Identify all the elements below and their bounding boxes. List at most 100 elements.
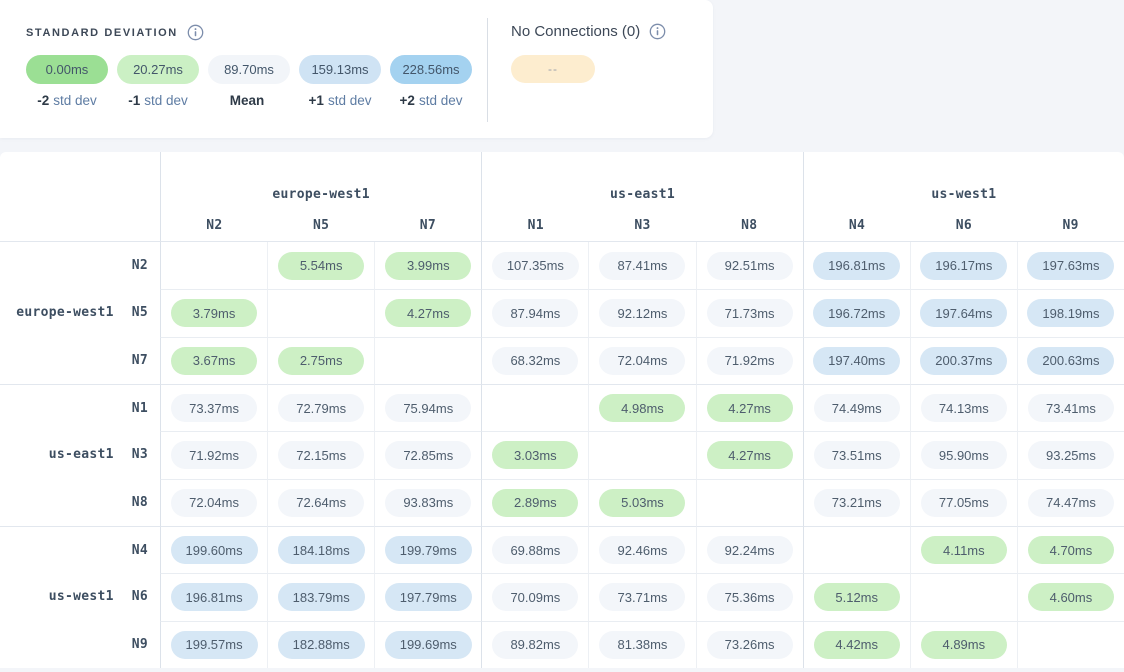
latency-pill[interactable]: 182.88ms — [278, 631, 365, 659]
latency-cell[interactable]: 75.36ms — [696, 573, 803, 620]
latency-cell[interactable]: 2.89ms — [481, 479, 588, 526]
latency-cell[interactable]: 72.79ms — [267, 384, 374, 431]
latency-cell[interactable]: 74.47ms — [1017, 479, 1124, 526]
latency-pill[interactable]: 72.04ms — [171, 489, 257, 517]
latency-cell[interactable]: 71.92ms — [160, 431, 267, 478]
latency-pill[interactable]: 197.79ms — [385, 583, 472, 611]
latency-cell[interactable]: 92.12ms — [588, 289, 695, 336]
latency-pill[interactable]: 3.67ms — [171, 347, 257, 375]
latency-cell[interactable]: 73.51ms — [803, 431, 910, 478]
latency-cell[interactable]: 70.09ms — [481, 573, 588, 620]
latency-cell[interactable]: 199.69ms — [374, 621, 481, 668]
latency-cell[interactable]: 72.04ms — [588, 337, 695, 384]
latency-cell[interactable]: 200.63ms — [1017, 337, 1124, 384]
latency-pill[interactable]: 93.25ms — [1028, 441, 1114, 469]
latency-pill[interactable]: 70.09ms — [492, 583, 578, 611]
latency-pill[interactable]: 200.63ms — [1027, 347, 1114, 375]
latency-pill[interactable]: 4.70ms — [1028, 536, 1114, 564]
latency-pill[interactable]: 72.64ms — [278, 489, 364, 517]
latency-pill[interactable]: 184.18ms — [278, 536, 365, 564]
latency-pill[interactable]: 73.41ms — [1028, 394, 1114, 422]
latency-pill[interactable]: 2.89ms — [492, 489, 578, 517]
latency-pill[interactable]: 5.54ms — [278, 252, 364, 280]
latency-cell[interactable]: 5.12ms — [803, 573, 910, 620]
row-node-label-n6[interactable]: N6 — [132, 589, 148, 604]
latency-cell[interactable]: 184.18ms — [267, 526, 374, 573]
latency-pill[interactable]: 4.27ms — [707, 441, 793, 469]
latency-pill[interactable]: 5.12ms — [814, 583, 900, 611]
latency-cell[interactable]: 4.98ms — [588, 384, 695, 431]
latency-pill[interactable]: 92.24ms — [707, 536, 793, 564]
latency-pill[interactable]: 71.92ms — [171, 441, 257, 469]
latency-cell[interactable]: 3.67ms — [160, 337, 267, 384]
latency-pill[interactable]: 199.57ms — [171, 631, 258, 659]
row-node-label-n7[interactable]: N7 — [132, 353, 148, 368]
latency-pill[interactable]: 69.88ms — [492, 536, 578, 564]
latency-cell[interactable]: 92.24ms — [696, 526, 803, 573]
latency-pill[interactable]: 87.41ms — [599, 252, 685, 280]
latency-cell[interactable]: 4.27ms — [374, 289, 481, 336]
latency-cell[interactable]: 3.99ms — [374, 242, 481, 289]
latency-cell[interactable]: 93.83ms — [374, 479, 481, 526]
latency-cell[interactable]: 3.79ms — [160, 289, 267, 336]
latency-pill[interactable]: 71.92ms — [707, 347, 793, 375]
latency-pill[interactable]: 197.64ms — [920, 299, 1007, 327]
latency-pill[interactable]: 89.82ms — [492, 631, 578, 659]
latency-cell[interactable]: 183.79ms — [267, 573, 374, 620]
latency-cell[interactable]: 75.94ms — [374, 384, 481, 431]
latency-cell[interactable]: 87.94ms — [481, 289, 588, 336]
latency-pill[interactable]: 92.46ms — [599, 536, 685, 564]
latency-cell[interactable]: 4.11ms — [910, 526, 1017, 573]
latency-cell[interactable]: 73.21ms — [803, 479, 910, 526]
latency-cell[interactable]: 72.85ms — [374, 431, 481, 478]
latency-cell[interactable]: 73.71ms — [588, 573, 695, 620]
latency-pill[interactable]: 73.21ms — [814, 489, 900, 517]
latency-cell[interactable]: 73.41ms — [1017, 384, 1124, 431]
latency-pill[interactable]: 3.99ms — [385, 252, 471, 280]
latency-cell[interactable]: 87.41ms — [588, 242, 695, 289]
latency-pill[interactable]: 4.89ms — [921, 631, 1007, 659]
latency-pill[interactable]: 73.51ms — [814, 441, 900, 469]
latency-pill[interactable]: 197.40ms — [813, 347, 900, 375]
latency-pill[interactable]: 2.75ms — [278, 347, 364, 375]
row-node-label-n8[interactable]: N8 — [132, 495, 148, 510]
latency-cell[interactable]: 74.13ms — [910, 384, 1017, 431]
latency-cell[interactable]: 199.79ms — [374, 526, 481, 573]
latency-pill[interactable]: 197.63ms — [1027, 252, 1114, 280]
latency-pill[interactable]: 199.79ms — [385, 536, 472, 564]
latency-pill[interactable]: 196.72ms — [813, 299, 900, 327]
latency-cell[interactable]: 89.82ms — [481, 621, 588, 668]
latency-cell[interactable]: 77.05ms — [910, 479, 1017, 526]
latency-pill[interactable]: 73.26ms — [707, 631, 793, 659]
latency-cell[interactable]: 81.38ms — [588, 621, 695, 668]
column-node-label-n5[interactable]: N5 — [268, 214, 375, 236]
latency-pill[interactable]: 92.12ms — [599, 299, 685, 327]
latency-cell[interactable]: 73.37ms — [160, 384, 267, 431]
latency-cell[interactable]: 74.49ms — [803, 384, 910, 431]
latency-pill[interactable]: 87.94ms — [492, 299, 578, 327]
latency-cell[interactable]: 200.37ms — [910, 337, 1017, 384]
latency-cell[interactable]: 73.26ms — [696, 621, 803, 668]
latency-cell[interactable]: 4.70ms — [1017, 526, 1124, 573]
latency-pill[interactable]: 196.17ms — [920, 252, 1007, 280]
latency-pill[interactable]: 73.71ms — [599, 583, 685, 611]
latency-pill[interactable]: 95.90ms — [921, 441, 1007, 469]
latency-pill[interactable]: 183.79ms — [278, 583, 365, 611]
column-node-label-n4[interactable]: N4 — [804, 214, 911, 236]
column-node-label-n3[interactable]: N3 — [589, 214, 696, 236]
latency-cell[interactable]: 197.79ms — [374, 573, 481, 620]
latency-cell[interactable]: 93.25ms — [1017, 431, 1124, 478]
row-node-label-n3[interactable]: N3 — [132, 447, 148, 462]
latency-cell[interactable]: 197.63ms — [1017, 242, 1124, 289]
latency-pill[interactable]: 199.60ms — [171, 536, 258, 564]
latency-cell[interactable]: 72.64ms — [267, 479, 374, 526]
latency-cell[interactable]: 197.64ms — [910, 289, 1017, 336]
latency-cell[interactable]: 4.89ms — [910, 621, 1017, 668]
latency-cell[interactable]: 92.46ms — [588, 526, 695, 573]
latency-cell[interactable]: 92.51ms — [696, 242, 803, 289]
latency-pill[interactable]: 196.81ms — [171, 583, 258, 611]
latency-pill[interactable]: 4.27ms — [385, 299, 471, 327]
latency-pill[interactable]: 3.79ms — [171, 299, 257, 327]
latency-cell[interactable]: 197.40ms — [803, 337, 910, 384]
latency-pill[interactable]: 75.36ms — [707, 583, 793, 611]
